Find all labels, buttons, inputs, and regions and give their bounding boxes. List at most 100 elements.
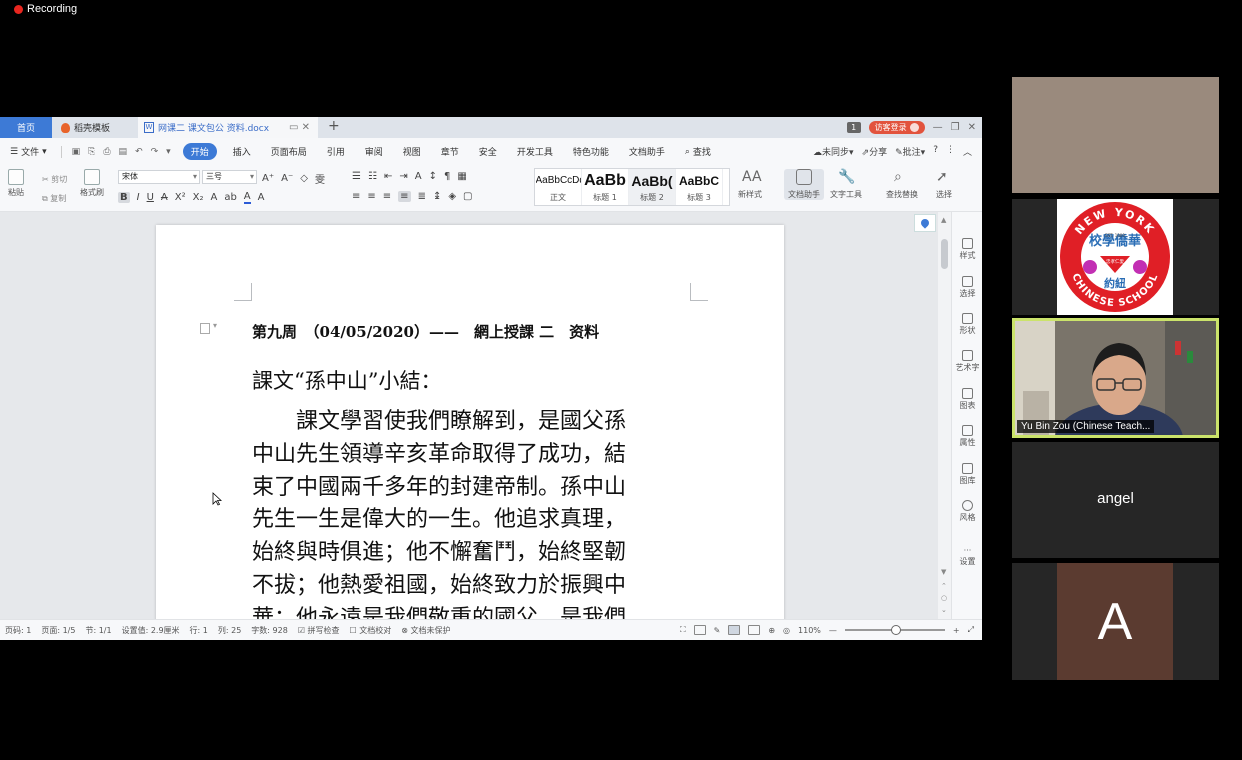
close-tab-icon[interactable]: ▭ ✕ xyxy=(289,122,310,133)
export-icon[interactable]: ⎘ xyxy=(88,147,95,157)
subscript-icon[interactable]: X₂ xyxy=(193,192,204,203)
font-name-select[interactable]: 宋体 xyxy=(118,170,200,184)
bullet-list-icon[interactable]: ☰ xyxy=(352,171,361,182)
borders-icon[interactable]: ▢ xyxy=(463,191,472,202)
protect-button[interactable]: ⊗ 文档未保护 xyxy=(396,625,455,636)
justify-icon[interactable]: ≡ xyxy=(398,191,411,202)
chinese-layout-icon[interactable]: A xyxy=(415,171,422,182)
style-heading-3[interactable]: AaBbC 标题 3 xyxy=(676,169,723,205)
sidebar-item-gallery[interactable]: 图库 xyxy=(952,463,982,486)
sidebar-item-shape[interactable]: 形状 xyxy=(952,313,982,336)
align-left-icon[interactable]: ≡ xyxy=(352,191,360,202)
tab-security[interactable]: 安全 xyxy=(469,145,507,158)
status-page-number[interactable]: 页码: 1 xyxy=(0,625,36,636)
shrink-font-icon[interactable]: A⁻ xyxy=(281,173,293,184)
char-shading-icon[interactable]: A xyxy=(258,192,265,203)
highlight-icon[interactable]: ab xyxy=(224,192,236,203)
document-area[interactable]: 第九周 （04/05/2020）—— 網上授課 二 资料 課文“孫中山”小結： … xyxy=(0,212,938,619)
scroll-up-icon[interactable]: ▲ xyxy=(941,216,946,224)
status-row[interactable]: 行: 1 xyxy=(185,625,213,636)
new-style-button[interactable]: AA 新样式 xyxy=(738,169,762,200)
tab-template[interactable]: 稻壳模板 xyxy=(55,117,135,138)
print-icon[interactable]: ⎙ xyxy=(103,147,110,157)
window-count-badge[interactable]: 1 xyxy=(846,122,861,133)
fit-window-icon[interactable]: ⤢ xyxy=(968,625,974,635)
line-spacing-icon[interactable]: ↨ xyxy=(433,191,441,202)
bold-icon[interactable]: B xyxy=(118,192,130,203)
undo-icon[interactable]: ↶ xyxy=(135,147,143,157)
sidebar-item-chart[interactable]: 图表 xyxy=(952,388,982,411)
sidebar-item-properties[interactable]: 属性 xyxy=(952,425,982,448)
location-pin-button[interactable] xyxy=(914,214,936,232)
tab-document[interactable]: W 网课二 课文包公 资料.docx ▭ ✕ xyxy=(138,117,318,138)
sync-button[interactable]: ☁未同步▾ xyxy=(813,145,854,158)
phonetic-icon[interactable]: 雯 xyxy=(315,171,325,186)
sort-icon[interactable]: ↕ xyxy=(429,171,437,182)
help-icon[interactable]: ? xyxy=(933,145,938,158)
participant-tile-angel[interactable]: angel xyxy=(1012,442,1219,558)
print-preview-icon[interactable]: ▤ xyxy=(119,147,128,157)
tab-doc-assistant[interactable]: 文档助手 xyxy=(619,145,675,158)
numbered-list-icon[interactable]: ☷ xyxy=(368,171,377,182)
status-pages[interactable]: 页面: 1/5 xyxy=(36,625,80,636)
sidebar-item-style[interactable]: 样式 xyxy=(952,238,982,261)
vertical-scrollbar[interactable]: ▲ ▼ ⌃ ○ ⌄ xyxy=(938,212,951,619)
grow-font-icon[interactable]: A⁺ xyxy=(262,173,274,184)
status-setting[interactable]: 设置值: 2.9厘米 xyxy=(117,625,185,636)
save-icon[interactable]: ▣ xyxy=(72,147,81,157)
zoom-out-icon[interactable]: — xyxy=(829,626,837,635)
sidebar-item-theme[interactable]: 风格 xyxy=(952,500,982,523)
decrease-indent-icon[interactable]: ⇤ xyxy=(384,171,392,182)
shading-icon[interactable]: ◈ xyxy=(448,191,456,202)
fullscreen-icon[interactable]: ⛶ xyxy=(680,625,686,635)
tab-insert[interactable]: 插入 xyxy=(223,145,261,158)
document-page[interactable]: 第九周 （04/05/2020）—— 網上授課 二 资料 課文“孫中山”小結： … xyxy=(156,225,784,619)
file-menu[interactable]: ☰ 文件 ▾ xyxy=(0,145,57,159)
status-section[interactable]: 节: 1/1 xyxy=(80,625,116,636)
copy-button[interactable]: ⧉ 复制 xyxy=(42,189,67,208)
collapse-ribbon-icon[interactable]: ︿ xyxy=(963,145,972,158)
read-mode-icon[interactable] xyxy=(693,625,706,635)
font-size-select[interactable]: 三号 xyxy=(202,170,257,184)
doc-assistant-button[interactable]: 文档助手 xyxy=(784,169,824,200)
style-normal[interactable]: AaBbCcDd 正文 xyxy=(535,169,582,205)
sidebar-item-settings[interactable]: ··· 设置 xyxy=(952,546,982,567)
tab-features[interactable]: 特色功能 xyxy=(563,145,619,158)
sidebar-item-wordart[interactable]: 艺术字 xyxy=(952,350,982,373)
find-replace-button[interactable]: ⌕ 查找替换 xyxy=(886,169,918,200)
search-button[interactable]: ⌕ 查找 xyxy=(675,145,721,159)
text-tools-button[interactable]: 🔧 文字工具 xyxy=(830,169,862,200)
sidebar-item-select[interactable]: 选择 xyxy=(952,276,982,299)
web-view-icon[interactable]: ⊕ xyxy=(768,626,775,635)
paragraph-marker-icon[interactable] xyxy=(200,321,217,334)
zoom-in-icon[interactable]: + xyxy=(953,626,960,635)
eye-protect-icon[interactable]: ◎ xyxy=(783,626,790,635)
tab-references[interactable]: 引用 xyxy=(317,145,355,158)
italic-icon[interactable]: I xyxy=(137,192,140,203)
zoom-level[interactable]: 110% xyxy=(798,626,821,635)
participant-tile-active-speaker[interactable]: Yu Bin Zou (Chinese Teach... xyxy=(1012,318,1219,438)
close-window-icon[interactable]: ✕ xyxy=(968,122,976,133)
cut-button[interactable]: ✂ 剪切 xyxy=(42,170,67,189)
tab-review[interactable]: 审阅 xyxy=(355,145,393,158)
more-icon[interactable]: ⋮ xyxy=(946,145,955,158)
clear-format-icon[interactable]: ◇ xyxy=(300,173,308,184)
minimize-icon[interactable]: — xyxy=(933,122,943,133)
select-button[interactable]: ➚ 选择 xyxy=(936,169,952,200)
spell-check-button[interactable]: ☑ 拼写检查 xyxy=(293,625,345,636)
distributed-icon[interactable]: ≣ xyxy=(418,191,426,202)
paste-button[interactable]: 粘贴 xyxy=(8,169,24,198)
zoom-slider[interactable] xyxy=(844,625,945,635)
status-words[interactable]: 字数: 928 xyxy=(246,625,293,636)
format-painter-button[interactable]: 格式刷 xyxy=(80,169,104,198)
redo-icon[interactable]: ↷ xyxy=(151,147,159,157)
customize-icon[interactable]: ▾ xyxy=(166,147,171,157)
style-heading-1[interactable]: AaBb 标题 1 xyxy=(582,169,629,205)
font-color-icon[interactable]: A xyxy=(243,191,251,204)
underline-icon[interactable]: U xyxy=(147,192,154,203)
style-heading-2[interactable]: AaBb(标题 2 xyxy=(629,169,676,205)
tab-start[interactable]: 开始 xyxy=(182,143,217,160)
prev-page-icon[interactable]: ⌃ xyxy=(941,582,947,590)
new-tab-icon[interactable]: + xyxy=(328,118,340,134)
tab-chapter[interactable]: 章节 xyxy=(431,145,469,158)
